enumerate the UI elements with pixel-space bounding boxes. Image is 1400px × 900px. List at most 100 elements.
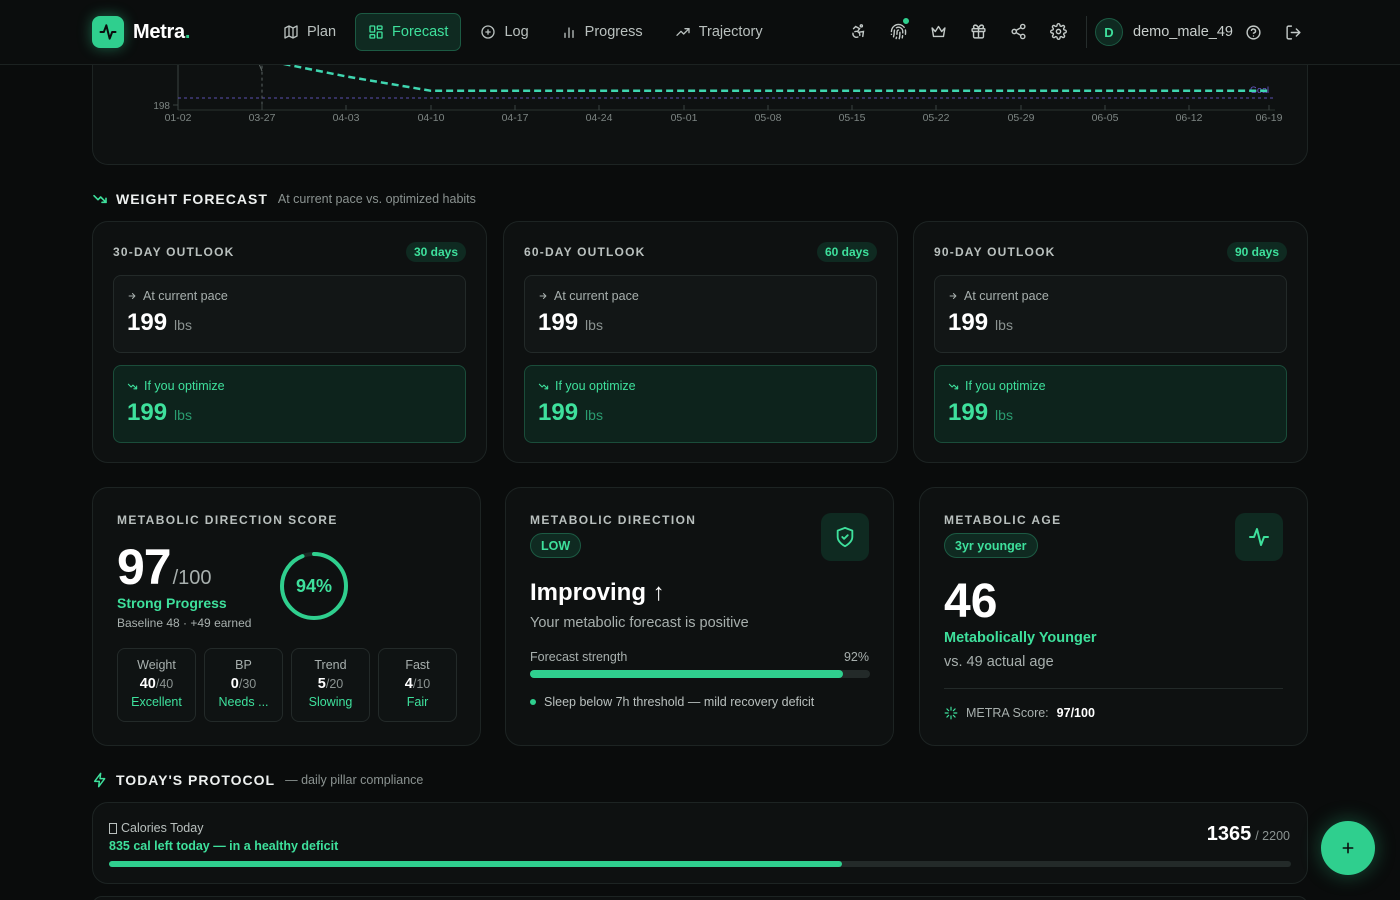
x-tick-label: 01-02 bbox=[165, 112, 192, 124]
trending-up-icon bbox=[676, 27, 690, 36]
current-pace-box: At current pace 199 lbs bbox=[113, 275, 466, 353]
logout-icon bbox=[1285, 24, 1301, 40]
metabolic-score-card: METABOLIC DIRECTION SCORE 97/100 Strong … bbox=[92, 487, 481, 746]
optimize-value: 199 lbs bbox=[538, 399, 603, 426]
crown-icon bbox=[930, 25, 946, 37]
current-pace-value: 199 lbs bbox=[538, 309, 603, 336]
gift-button[interactable] bbox=[966, 19, 990, 43]
card-kicker: METABOLIC DIRECTION bbox=[530, 513, 697, 527]
calories-icon bbox=[109, 822, 117, 834]
map-icon bbox=[284, 25, 298, 39]
avatar: D bbox=[1095, 18, 1123, 46]
lightning-icon bbox=[93, 772, 106, 788]
next-card bbox=[92, 896, 1308, 900]
score-value: 97/100 bbox=[117, 539, 212, 595]
nav-trajectory[interactable]: Trajectory bbox=[662, 13, 776, 51]
outlook-badge: 90 days bbox=[1226, 242, 1287, 262]
calories-progress-fill bbox=[109, 861, 842, 867]
pillar-bp[interactable]: BP 0/30 Needs ... bbox=[204, 648, 283, 722]
fingerprint-icon bbox=[890, 23, 906, 39]
nav-label: Trajectory bbox=[698, 24, 763, 40]
x-tick-label: 05-29 bbox=[1008, 112, 1035, 124]
divider bbox=[944, 688, 1283, 689]
arrow-right-icon bbox=[539, 293, 547, 299]
outlook-badge: 60 days bbox=[816, 242, 877, 262]
gift-icon bbox=[970, 23, 986, 39]
bar-chart-icon bbox=[563, 27, 574, 38]
x-tick-label: 04-24 bbox=[586, 112, 613, 124]
x-tick-label: 05-01 bbox=[671, 112, 698, 124]
optimize-label: If you optimize bbox=[538, 379, 636, 393]
x-tick-label: 04-17 bbox=[502, 112, 529, 124]
toolbar bbox=[846, 17, 1070, 43]
settings-button[interactable] bbox=[1046, 19, 1070, 43]
x-tick-label: 06-19 bbox=[1256, 112, 1283, 124]
arrow-right-icon bbox=[128, 293, 136, 299]
section-subtitle: — daily pillar compliance bbox=[285, 773, 424, 787]
help-circle-icon bbox=[1245, 24, 1261, 40]
accessibility-icon bbox=[851, 23, 864, 38]
grid-icon bbox=[369, 25, 383, 39]
calories-card[interactable]: Calories Today 835 cal left today — in a… bbox=[92, 802, 1308, 884]
actual-age-compare: vs. 49 actual age bbox=[944, 654, 1054, 670]
outlook-card-60: 60-DAY OUTLOOK 60 days At current pace 1… bbox=[503, 221, 898, 463]
sparkle-icon bbox=[944, 706, 958, 720]
arrow-right-icon bbox=[949, 293, 957, 299]
direction-subtitle: Your metabolic forecast is positive bbox=[530, 615, 749, 631]
x-tick-label: 06-05 bbox=[1092, 112, 1119, 124]
activity-icon bbox=[1235, 513, 1283, 561]
optimize-value: 199 lbs bbox=[948, 399, 1013, 426]
share-button[interactable] bbox=[1006, 19, 1030, 43]
current-pace-value: 199 lbs bbox=[127, 309, 192, 336]
outlook-badge: 30 days bbox=[405, 242, 466, 262]
nav-label: Forecast bbox=[392, 24, 449, 40]
metabolic-age-status: Metabolically Younger bbox=[944, 630, 1097, 646]
current-pace-box: At current pace 199 lbs bbox=[934, 275, 1287, 353]
nav-label: Log bbox=[504, 24, 529, 40]
x-tick-label: 04-03 bbox=[333, 112, 360, 124]
top-bar: Metra. Plan Forecast Log Progress Trajec… bbox=[0, 0, 1400, 65]
x-tick-label: 05-15 bbox=[839, 112, 866, 124]
pulse-icon bbox=[92, 16, 124, 48]
optimize-label: If you optimize bbox=[127, 379, 225, 393]
plus-circle-icon bbox=[481, 25, 496, 39]
x-tick-label: 06-12 bbox=[1176, 112, 1203, 124]
x-tick-label: 05-22 bbox=[923, 112, 950, 124]
section-title: TODAY'S PROTOCOL bbox=[116, 772, 276, 788]
nav-plan[interactable]: Plan bbox=[270, 13, 349, 51]
nav-progress[interactable]: Progress bbox=[548, 13, 656, 51]
pillar-fast[interactable]: Fast 4/10 Fair bbox=[378, 648, 457, 722]
calories-left: 835 cal left today — in a healthy defici… bbox=[109, 839, 339, 853]
forecast-section-header: WEIGHT FORECAST At current pace vs. opti… bbox=[92, 191, 476, 207]
outlook-title: 30-DAY OUTLOOK bbox=[113, 245, 235, 259]
gear-icon bbox=[1049, 22, 1067, 40]
pillar-list: Weight 40/40 Excellent BP 0/30 Needs ...… bbox=[117, 648, 457, 722]
optimize-box: If you optimize 199 lbs bbox=[934, 365, 1287, 443]
help-button[interactable] bbox=[1241, 20, 1265, 44]
current-pace-value: 199 lbs bbox=[948, 309, 1013, 336]
user-menu[interactable]: D demo_male_49 bbox=[1095, 18, 1233, 46]
nav-log[interactable]: Log bbox=[467, 13, 541, 51]
calories-progress-bar bbox=[109, 861, 1291, 867]
trending-down-icon bbox=[127, 383, 138, 389]
outlook-card-90: 90-DAY OUTLOOK 90 days At current pace 1… bbox=[913, 221, 1308, 463]
accessibility-button[interactable] bbox=[846, 19, 870, 43]
add-entry-button[interactable] bbox=[1321, 821, 1375, 875]
trending-down-icon bbox=[948, 383, 959, 389]
nav-forecast[interactable]: Forecast bbox=[355, 13, 462, 51]
app-logo[interactable]: Metra. bbox=[92, 16, 190, 48]
pillar-weight[interactable]: Weight 40/40 Excellent bbox=[117, 648, 196, 722]
current-pace-box: At current pace 199 lbs bbox=[524, 275, 877, 353]
forecast-strength-label: Forecast strength bbox=[530, 650, 628, 664]
premium-button[interactable] bbox=[926, 19, 950, 43]
user-tools bbox=[1241, 20, 1305, 44]
outlook-title: 90-DAY OUTLOOK bbox=[934, 245, 1056, 259]
main-nav: Plan Forecast Log Progress Trajectory bbox=[270, 13, 776, 51]
direction-note: Sleep below 7h threshold — mild recovery… bbox=[530, 695, 814, 709]
trending-down-icon bbox=[93, 194, 107, 204]
x-tick-label: 05-08 bbox=[755, 112, 782, 124]
optimize-value: 199 lbs bbox=[127, 399, 192, 426]
pillar-trend[interactable]: Trend 5/20 Slowing bbox=[291, 648, 370, 722]
fingerprint-button[interactable] bbox=[886, 17, 910, 43]
logout-button[interactable] bbox=[1281, 20, 1305, 44]
